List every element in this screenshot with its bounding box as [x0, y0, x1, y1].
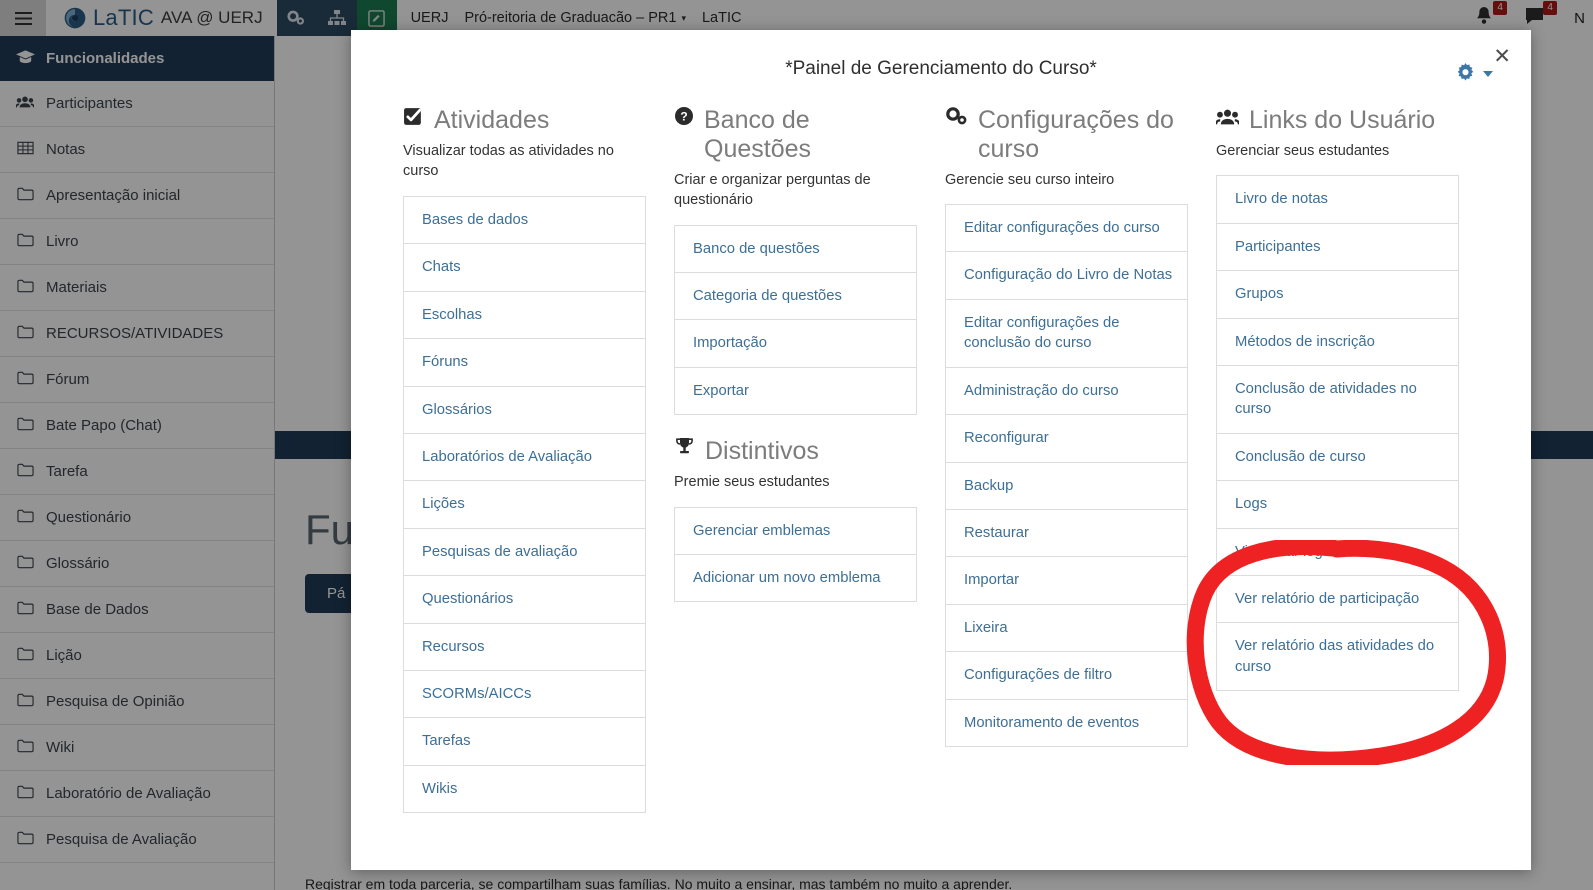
- close-icon[interactable]: ✕: [1493, 46, 1511, 67]
- list-item[interactable]: Visualizar logs ativos: [1217, 529, 1458, 576]
- list-item[interactable]: Participantes: [1217, 224, 1458, 272]
- list-item[interactable]: Pesquisas de avaliação: [404, 529, 645, 577]
- list-item[interactable]: Tarefas: [404, 718, 645, 766]
- list-item[interactable]: Lições: [404, 481, 645, 529]
- course-management-modal: *Painel de Gerenciamento do Curso* ✕ Ati…: [351, 30, 1531, 870]
- section-title: Links do Usuário: [1249, 106, 1436, 134]
- list-item[interactable]: Questionários: [404, 576, 645, 624]
- list-item[interactable]: Lixeira: [946, 605, 1187, 653]
- section-link-list: Editar configurações do curso Configuraçã…: [945, 204, 1188, 747]
- section-header: ? Banco de Questões: [674, 106, 917, 164]
- list-item[interactable]: Ver relatório de participação: [1217, 576, 1458, 624]
- section-header: Configurações do curso: [945, 106, 1188, 164]
- list-item[interactable]: Adicionar um novo emblema: [675, 555, 916, 603]
- list-item[interactable]: Configuração do Livro de Notas: [946, 252, 1187, 300]
- section-title: Atividades: [434, 106, 550, 134]
- list-item[interactable]: Laboratórios de Avaliação: [404, 434, 645, 482]
- list-item[interactable]: Logs: [1217, 481, 1458, 529]
- modal-title: *Painel de Gerenciamento do Curso*: [785, 58, 1097, 79]
- section-title: Banco de Questões: [704, 106, 812, 163]
- list-item[interactable]: Monitoramento de eventos: [946, 700, 1187, 747]
- list-item[interactable]: Escolhas: [404, 292, 645, 340]
- check-square-icon: [403, 106, 424, 134]
- question-circle-icon: ?: [674, 106, 694, 134]
- section-header: Links do Usuário: [1214, 106, 1459, 135]
- list-item[interactable]: Bases de dados: [404, 197, 645, 245]
- list-item[interactable]: Importar: [946, 557, 1187, 605]
- list-item[interactable]: Ver relatório das atividades do curso: [1217, 623, 1458, 692]
- section-link-list: Gerenciar emblemas Adicionar um novo embl…: [674, 506, 917, 603]
- list-item[interactable]: SCORMs/AICCs: [404, 671, 645, 719]
- svg-text:?: ?: [680, 110, 687, 124]
- list-item[interactable]: Importação: [675, 320, 916, 368]
- section-description: Gerenciar seus estudantes: [1216, 142, 1390, 159]
- section-link-list: Bases de dados Chats Escolhas Fóruns Glossár…: [403, 195, 646, 814]
- list-item[interactable]: Glossários: [404, 387, 645, 434]
- modal-columns: Atividades Visualizar todas as atividades…: [351, 80, 1531, 814]
- section-title: Configurações do curso: [978, 106, 1174, 163]
- list-item[interactable]: Conclusão de curso: [1217, 434, 1458, 482]
- section-description: Criar e organizar perguntas de questioná…: [674, 171, 871, 209]
- modal-column: Atividades Visualizar todas as atividades…: [403, 106, 646, 814]
- section-header: Atividades: [403, 106, 646, 135]
- list-item[interactable]: Categoria de questões: [675, 273, 916, 321]
- list-item[interactable]: Editar configurações do curso: [946, 205, 1187, 253]
- section-description: Gerencie seu curso inteiro: [945, 171, 1115, 188]
- section-title: Distintivos: [705, 437, 819, 466]
- list-item[interactable]: Conclusão de atividades no curso: [1217, 366, 1458, 434]
- list-item[interactable]: Fóruns: [404, 339, 645, 387]
- list-item[interactable]: Wikis: [404, 766, 645, 814]
- modal-column: Configurações do curso Gerencie seu curso…: [945, 106, 1188, 813]
- cogs-icon: [945, 106, 968, 134]
- list-item[interactable]: Editar configurações de conclusão do cur…: [946, 300, 1187, 368]
- chevron-down-icon[interactable]: [1483, 70, 1493, 77]
- list-item[interactable]: Grupos: [1217, 271, 1458, 319]
- list-item[interactable]: Métodos de inscrição: [1217, 319, 1458, 366]
- section-link-list: Livro de notas Participantes Grupos Métodos…: [1216, 175, 1459, 692]
- list-item[interactable]: Reconfigurar: [946, 415, 1187, 463]
- modal-column: Links do Usuário Gerenciar seus estudante…: [1214, 106, 1459, 813]
- list-item[interactable]: Exportar: [675, 368, 916, 416]
- list-item[interactable]: Chats: [404, 244, 645, 292]
- section-link-list: Banco de questões Categoria de questões Im…: [674, 224, 917, 416]
- section-description: Visualizar todas as atividades no curso: [403, 142, 614, 180]
- list-item[interactable]: Administração do curso: [946, 368, 1187, 416]
- page-root: LaTIC AVA @ UERJ UERJ Pró-reitoria de Gr…: [0, 0, 1593, 890]
- list-item[interactable]: Livro de notas: [1217, 176, 1458, 224]
- list-item[interactable]: Backup: [946, 463, 1187, 510]
- modal-column: ? Banco de Questões Criar e organizar perg…: [674, 106, 917, 813]
- trophy-icon: [674, 437, 695, 465]
- list-item[interactable]: Recursos: [404, 624, 645, 671]
- section-description: Premie seus estudantes: [674, 474, 830, 491]
- list-item[interactable]: Restaurar: [946, 510, 1187, 558]
- list-item[interactable]: Configurações de filtro: [946, 652, 1187, 700]
- users-icon: [1214, 106, 1241, 134]
- list-item[interactable]: Gerenciar emblemas: [675, 508, 916, 556]
- section-header: Distintivos: [674, 437, 917, 466]
- list-item[interactable]: Banco de questões: [675, 226, 916, 274]
- gear-icon[interactable]: [1455, 63, 1493, 84]
